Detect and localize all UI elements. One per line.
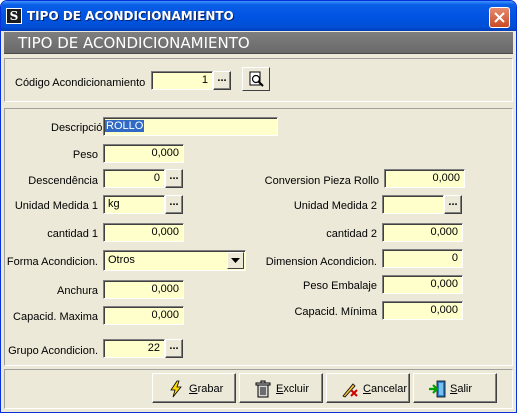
unidad2-field[interactable] [382, 195, 444, 214]
conversion-label: Conversion Pieza Rollo [264, 175, 379, 187]
salir-button[interactable]: Salir [413, 373, 497, 403]
code-label: Código Acondicionamiento [15, 77, 146, 89]
pesoemb-field[interactable]: 0,000 [382, 275, 463, 294]
trash-icon [255, 380, 271, 398]
unidad1-browse-button[interactable]: ... [165, 195, 183, 214]
forma-label: Forma Acondicion. [6, 256, 98, 268]
anchura-field[interactable]: 0,000 [103, 280, 184, 299]
capmax-field[interactable]: 0,000 [103, 306, 184, 325]
app-icon: S [6, 8, 22, 24]
excluir-label: Excluir [276, 383, 310, 395]
cancelar-button[interactable]: Cancelar [326, 373, 410, 403]
grabar-label: Grabar [189, 383, 224, 395]
dimension-field[interactable]: 0 [382, 249, 463, 268]
unidad1-field[interactable]: kg [103, 195, 165, 214]
page-title: TIPO DE ACONDICIONAMIENTO [18, 34, 250, 52]
window-title: TIPO DE ACONDICIONAMIENTO [27, 9, 234, 23]
peso-label: Peso [72, 149, 98, 161]
code-field[interactable]: 1 [151, 71, 213, 90]
close-icon [494, 12, 505, 23]
descripcion-field[interactable]: ROLLO [103, 117, 278, 136]
excluir-button[interactable]: Excluir [239, 373, 323, 403]
dimension-label: Dimension Acondicion. [265, 256, 377, 268]
conversion-field[interactable]: 0,000 [384, 169, 465, 188]
cantidad1-field[interactable]: 0,000 [103, 223, 184, 242]
descendencia-browse-button[interactable]: ... [165, 169, 183, 188]
lightning-icon [170, 380, 182, 398]
salir-label: Salir [450, 383, 473, 395]
magnifier-icon [249, 71, 264, 87]
grupo-label: Grupo Acondicion. [8, 345, 98, 357]
descripcion-value: ROLLO [105, 120, 145, 132]
title-bar[interactable]: S TIPO DE ACONDICIONAMIENTO [1, 1, 516, 31]
cantidad1-label: cantidad 1 [47, 228, 98, 240]
anchura-label: Anchura [57, 285, 98, 297]
cantidad2-field[interactable]: 0,000 [382, 223, 463, 242]
unidad2-browse-button[interactable]: ... [444, 195, 462, 214]
capmax-label: Capacid. Maxima [13, 311, 98, 323]
search-button[interactable] [242, 67, 270, 91]
grabar-button[interactable]: Grabar [152, 373, 236, 403]
capmin-label: Capacid. Mínima [294, 306, 377, 318]
unidad2-label: Unidad Medida 2 [293, 200, 377, 212]
code-browse-button[interactable]: ... [213, 71, 231, 90]
descendencia-field[interactable]: 0 [103, 169, 165, 188]
edit-cancel-icon [342, 383, 358, 398]
descendencia-label: Descendência [28, 175, 98, 187]
close-button[interactable] [489, 7, 510, 28]
cantidad2-label: cantidad 2 [326, 228, 377, 240]
unidad1-label: Unidad Medida 1 [14, 200, 98, 212]
header-band: TIPO DE ACONDICIONAMIENTO [4, 32, 513, 54]
exit-door-icon [429, 380, 446, 398]
cancelar-label: Cancelar [363, 383, 408, 395]
dialog-window: S TIPO DE ACONDICIONAMIENTO TIPO DE ACON… [0, 0, 517, 413]
grupo-field[interactable]: 22 [103, 339, 165, 358]
peso-field[interactable]: 0,000 [103, 144, 184, 163]
capmin-field[interactable]: 0,000 [382, 301, 463, 320]
grupo-browse-button[interactable]: ... [165, 339, 183, 358]
descripcion-label: Descripción [51, 122, 109, 134]
pesoemb-label: Peso Embalaje [303, 280, 377, 292]
